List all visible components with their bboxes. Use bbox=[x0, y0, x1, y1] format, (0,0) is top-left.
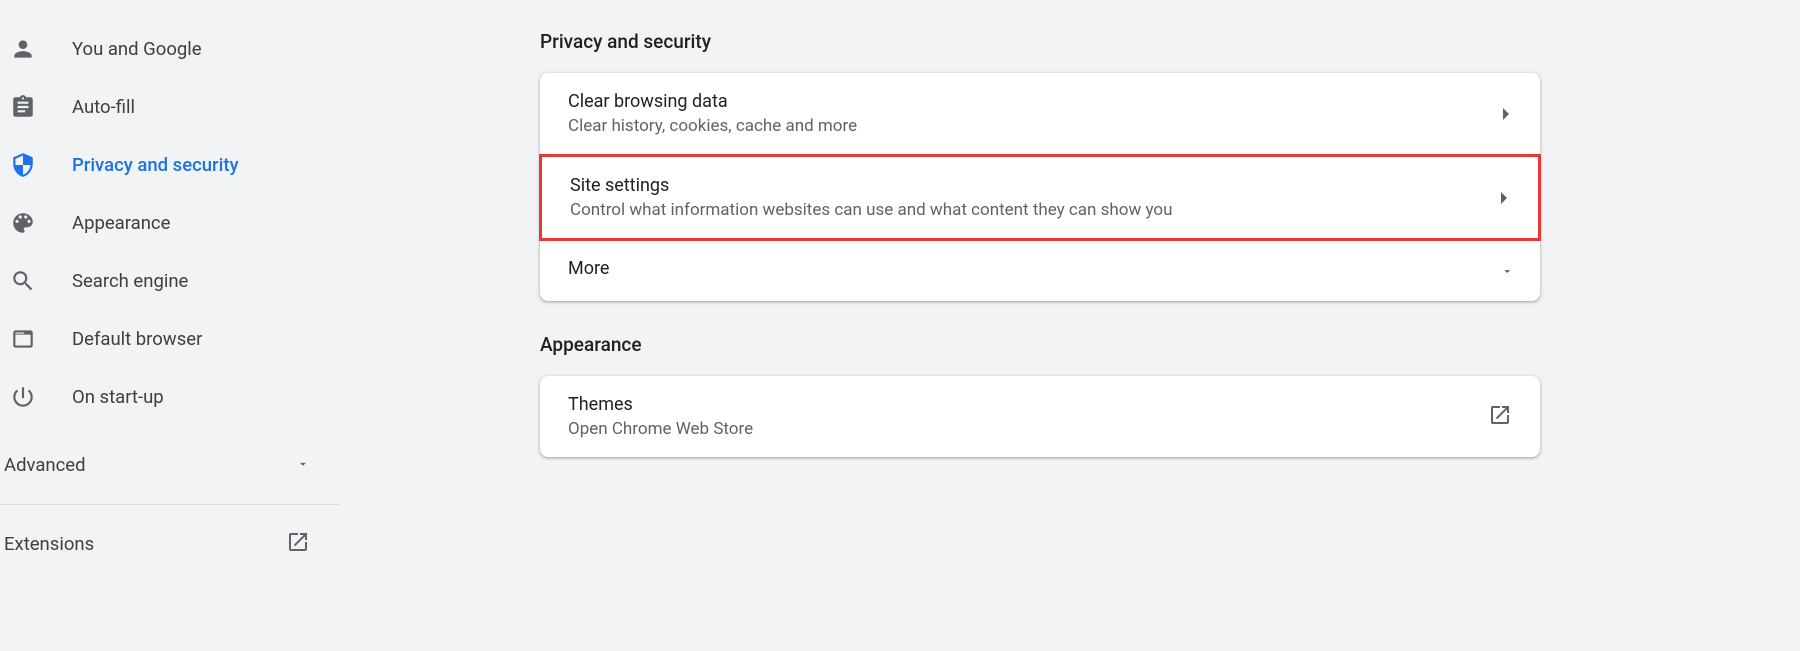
sidebar-item-you-and-google[interactable]: You and Google bbox=[0, 20, 390, 78]
sidebar-item-default-browser[interactable]: Default browser bbox=[0, 310, 390, 368]
extensions-label: Extensions bbox=[4, 533, 94, 555]
settings-sidebar: You and Google Auto-fill Privacy and sec… bbox=[0, 0, 390, 651]
sidebar-divider bbox=[0, 504, 340, 505]
sidebar-item-label: Search engine bbox=[72, 270, 188, 292]
privacy-security-card: Clear browsing data Clear history, cooki… bbox=[540, 73, 1540, 301]
open-in-new-icon bbox=[1488, 403, 1512, 431]
appearance-card: Themes Open Chrome Web Store bbox=[540, 376, 1540, 457]
row-subtitle: Open Chrome Web Store bbox=[568, 419, 753, 439]
power-icon bbox=[10, 384, 36, 410]
row-themes[interactable]: Themes Open Chrome Web Store bbox=[540, 376, 1540, 457]
sidebar-item-appearance[interactable]: Appearance bbox=[0, 194, 390, 252]
sidebar-item-label: Appearance bbox=[72, 212, 170, 234]
row-title: Site settings bbox=[570, 175, 1172, 196]
person-icon bbox=[10, 36, 36, 62]
chevron-down-icon bbox=[296, 454, 310, 476]
section-title: Privacy and security bbox=[540, 30, 1540, 53]
settings-main: Privacy and security Clear browsing data… bbox=[390, 0, 1800, 651]
shield-icon bbox=[10, 152, 36, 178]
arrow-right-icon bbox=[1502, 109, 1512, 119]
sidebar-item-search-engine[interactable]: Search engine bbox=[0, 252, 390, 310]
row-title: Themes bbox=[568, 394, 753, 415]
row-title: Clear browsing data bbox=[568, 91, 857, 112]
chevron-down-icon bbox=[1502, 266, 1512, 276]
arrow-right-icon bbox=[1500, 193, 1510, 203]
section-appearance: Appearance Themes Open Chrome Web Store bbox=[540, 333, 1540, 457]
row-site-settings[interactable]: Site settings Control what information w… bbox=[539, 154, 1541, 241]
section-title: Appearance bbox=[540, 333, 1540, 356]
sidebar-item-label: On start-up bbox=[72, 386, 164, 408]
clipboard-icon bbox=[10, 94, 36, 120]
advanced-label: Advanced bbox=[4, 454, 86, 476]
sidebar-item-privacy-security[interactable]: Privacy and security bbox=[0, 136, 390, 194]
palette-icon bbox=[10, 210, 36, 236]
sidebar-item-label: Auto-fill bbox=[72, 96, 135, 118]
sidebar-advanced[interactable]: Advanced bbox=[0, 436, 390, 494]
sidebar-extensions[interactable]: Extensions bbox=[0, 515, 390, 573]
sidebar-item-label: You and Google bbox=[72, 38, 202, 60]
row-title: More bbox=[568, 258, 609, 279]
row-clear-browsing-data[interactable]: Clear browsing data Clear history, cooki… bbox=[540, 73, 1540, 155]
open-in-new-icon bbox=[286, 530, 310, 559]
sidebar-item-label: Default browser bbox=[72, 328, 202, 350]
sidebar-item-autofill[interactable]: Auto-fill bbox=[0, 78, 390, 136]
section-privacy-security: Privacy and security Clear browsing data… bbox=[540, 30, 1540, 301]
row-subtitle: Control what information websites can us… bbox=[570, 200, 1172, 220]
row-subtitle: Clear history, cookies, cache and more bbox=[568, 116, 857, 136]
browser-icon bbox=[10, 326, 36, 352]
search-icon bbox=[10, 268, 36, 294]
sidebar-item-label: Privacy and security bbox=[72, 154, 239, 176]
sidebar-item-on-startup[interactable]: On start-up bbox=[0, 368, 390, 426]
row-more[interactable]: More bbox=[540, 240, 1540, 301]
